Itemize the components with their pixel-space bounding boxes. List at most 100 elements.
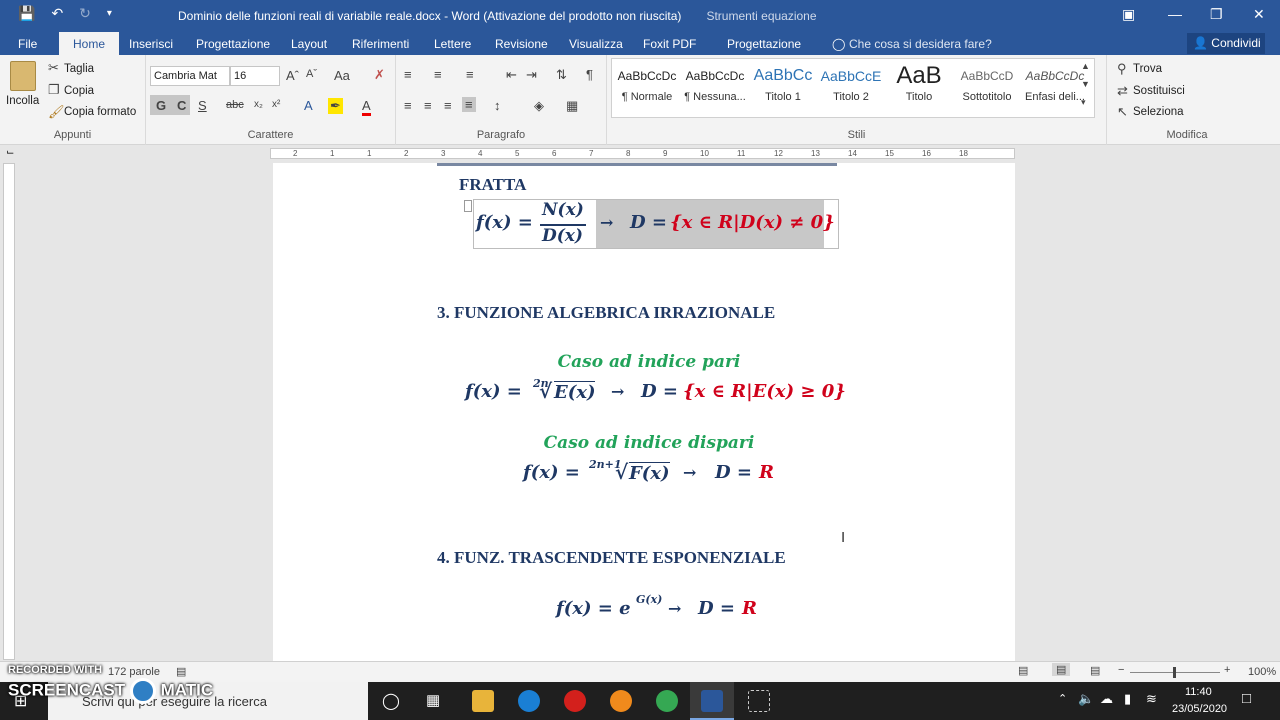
shrink-font-icon[interactable]: Aˇ	[306, 68, 317, 80]
zoom-out-icon[interactable]: −	[1118, 664, 1124, 676]
undo-icon[interactable]: ↶	[51, 5, 63, 22]
equation-even[interactable]: f(x) = 2n √ E(x) → D = {x ∈ R|E(x) ≥ 0}	[465, 377, 846, 409]
edge-icon[interactable]	[518, 690, 540, 712]
horizontal-ruler[interactable]: 2 1 1 2 3 4 5 6 7 8 9 10 11 12 13 14 15 16 18	[270, 148, 1015, 159]
battery-icon[interactable]: ▮	[1124, 691, 1131, 707]
clock-date[interactable]: 23/05/2020	[1172, 703, 1227, 715]
tab-view[interactable]: Visualizza	[569, 37, 623, 51]
font-family-select[interactable]: Cambria Mat	[150, 66, 230, 86]
shading-icon[interactable]: ◈	[534, 98, 544, 114]
borders-icon[interactable]: ▦	[566, 98, 578, 114]
subscript-icon[interactable]: x₂	[254, 99, 263, 110]
sort-icon[interactable]: ⇅	[556, 67, 567, 83]
format-painter-icon[interactable]: 🖌	[48, 104, 65, 120]
style-normal[interactable]: AaBbCcDc ¶ Normale	[613, 61, 681, 113]
tab-selector-icon[interactable]: ⌙	[6, 147, 14, 158]
numbering-icon[interactable]: ≡	[434, 67, 442, 82]
web-layout-icon[interactable]: ▤	[1090, 664, 1100, 677]
increase-indent-icon[interactable]: ⇥	[526, 67, 537, 83]
ribbon-display-icon[interactable]: ▣	[1122, 6, 1135, 23]
document-page[interactable]: FRATTA f(x) = N(x) D(x) → D = {x ∈ R|D(x…	[273, 163, 1015, 661]
onedrive-icon[interactable]: ☁	[1100, 691, 1113, 707]
align-left-icon[interactable]: ≡	[404, 98, 412, 113]
strikethrough-button[interactable]: abc	[226, 99, 244, 111]
paste-button[interactable]: Incolla	[6, 95, 39, 107]
wifi-icon[interactable]: ≋	[1146, 691, 1157, 707]
equation-handle[interactable]	[464, 200, 472, 212]
tab-design[interactable]: Progettazione	[196, 37, 270, 51]
tab-references[interactable]: Riferimenti	[352, 37, 409, 51]
style-title[interactable]: AaB Titolo	[885, 61, 953, 113]
styles-more-icon[interactable]: ▾	[1081, 97, 1086, 108]
volume-icon[interactable]: 🔈	[1078, 691, 1094, 707]
equation-odd[interactable]: f(x) = 2n+1 √ F(x) → D = R	[523, 458, 793, 490]
firefox-icon[interactable]	[610, 690, 632, 712]
paste-icon[interactable]	[10, 61, 36, 91]
styles-scroll-down-icon[interactable]: ▼	[1081, 79, 1090, 89]
chrome-icon[interactable]	[656, 690, 678, 712]
bold-button[interactable]: G	[156, 98, 166, 113]
restore-icon[interactable]: ❐	[1210, 6, 1223, 23]
decrease-indent-icon[interactable]: ⇤	[506, 67, 517, 83]
italic-button[interactable]: C	[177, 98, 186, 113]
select-icon[interactable]: ↖	[1117, 104, 1128, 120]
vertical-ruler[interactable]	[3, 163, 15, 660]
multilevel-list-icon[interactable]: ≡	[466, 67, 474, 82]
copy-icon[interactable]: ❐	[48, 82, 60, 98]
equation-box-fratta[interactable]: f(x) = N(x) D(x) → D = {x ∈ R|D(x) ≠ 0}	[473, 199, 839, 249]
equation-exp[interactable]: f(x) = e G(x) → D = R	[556, 593, 776, 625]
tell-me-box[interactable]: Che cosa si desidera fare?	[849, 37, 992, 51]
clear-formatting-icon[interactable]: ✗	[374, 67, 385, 83]
underline-button[interactable]: S	[198, 98, 207, 113]
text-effects-icon[interactable]: A	[304, 98, 313, 113]
style-heading-1[interactable]: AaBbCc Titolo 1	[749, 61, 817, 113]
customize-qat-icon[interactable]: ▾	[107, 8, 112, 19]
cut-button[interactable]: Taglia	[64, 63, 94, 75]
file-explorer-icon[interactable]	[472, 690, 494, 712]
font-size-select[interactable]: 16	[230, 66, 280, 86]
word-taskbar-button[interactable]	[690, 682, 734, 720]
tray-chevron-icon[interactable]: ⌃	[1058, 692, 1067, 705]
superscript-icon[interactable]: x²	[272, 99, 280, 110]
tab-equation-design[interactable]: Progettazione	[727, 37, 801, 51]
grow-font-icon[interactable]: Aˆ	[286, 68, 299, 83]
show-marks-icon[interactable]: ¶	[586, 67, 593, 82]
align-center-icon[interactable]: ≡	[424, 98, 432, 113]
replace-icon[interactable]: ⇄	[1117, 83, 1128, 99]
clock-time[interactable]: 11:40	[1185, 686, 1212, 698]
style-subtle-emphasis[interactable]: AaBbCcDc Enfasi deli...	[1021, 61, 1089, 113]
highlight-icon[interactable]: ✒	[328, 98, 343, 114]
share-button[interactable]: 👤 Condividi	[1187, 33, 1265, 54]
format-painter-button[interactable]: Copia formato	[64, 106, 136, 118]
find-icon[interactable]: ⚲	[1117, 61, 1127, 77]
cortana-icon[interactable]: ◯	[382, 691, 400, 711]
align-right-icon[interactable]: ≡	[444, 98, 452, 113]
line-spacing-icon[interactable]: ↕	[494, 98, 501, 113]
styles-scroll-up-icon[interactable]: ▲	[1081, 61, 1090, 71]
style-no-spacing[interactable]: AaBbCcDc ¶ Nessuna...	[681, 61, 749, 113]
tab-review[interactable]: Revisione	[495, 37, 548, 51]
font-color-icon[interactable]: A	[362, 98, 371, 116]
redo-icon[interactable]: ↻	[79, 5, 91, 22]
select-button[interactable]: Seleziona	[1133, 106, 1184, 118]
close-icon[interactable]: ✕	[1253, 6, 1265, 23]
snip-icon[interactable]	[748, 690, 770, 712]
opera-icon[interactable]	[564, 690, 586, 712]
zoom-slider-thumb[interactable]	[1173, 667, 1176, 678]
bullets-icon[interactable]: ≡	[404, 67, 412, 82]
zoom-level[interactable]: 100%	[1248, 666, 1276, 678]
replace-button[interactable]: Sostituisci	[1133, 85, 1185, 97]
justify-icon[interactable]: ≡	[462, 97, 476, 112]
tab-home[interactable]: Home	[59, 32, 120, 55]
tab-mailings[interactable]: Lettere	[434, 37, 471, 51]
print-layout-icon[interactable]: ▤	[1052, 663, 1071, 676]
save-icon[interactable]: 💾	[18, 5, 35, 22]
minimize-icon[interactable]: —	[1168, 6, 1182, 22]
notifications-icon[interactable]: □	[1242, 690, 1251, 707]
tab-layout[interactable]: Layout	[291, 37, 327, 51]
change-case-icon[interactable]: Aa	[334, 68, 350, 83]
find-button[interactable]: Trova	[1133, 63, 1162, 75]
tab-file[interactable]: File	[18, 37, 37, 51]
tab-insert[interactable]: Inserisci	[129, 37, 173, 51]
cut-icon[interactable]: ✂	[48, 60, 59, 76]
